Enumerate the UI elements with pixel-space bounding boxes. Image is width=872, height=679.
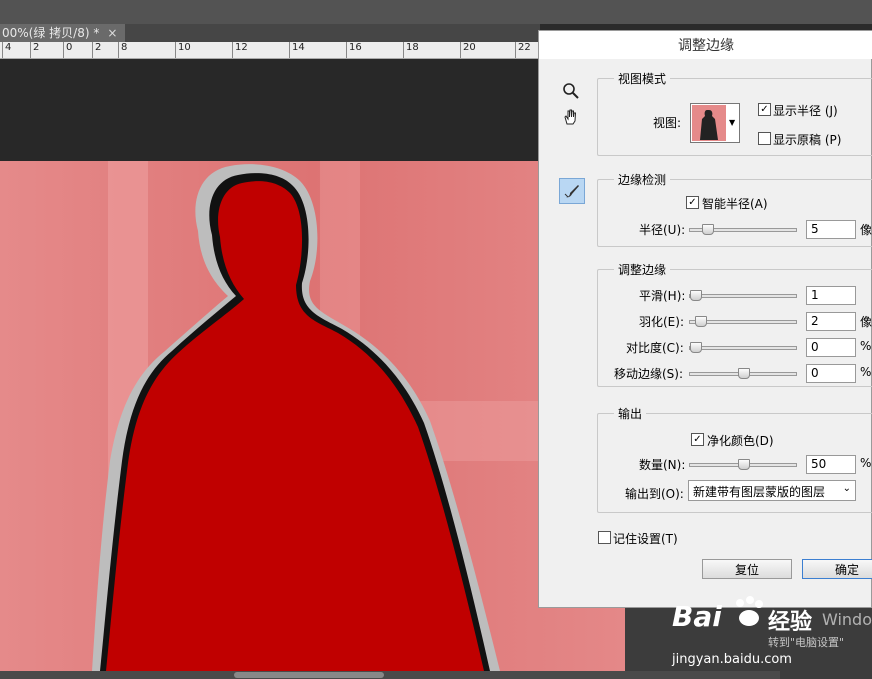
decontaminate-label: 净化颜色(D) bbox=[707, 434, 774, 448]
show-radius-checkbox[interactable]: ✓ bbox=[758, 103, 771, 116]
remember-settings-label: 记住设置(T) bbox=[613, 532, 678, 546]
scrollbar-thumb[interactable] bbox=[234, 672, 384, 678]
ruler-tick: 2 bbox=[92, 42, 101, 58]
baidu-jingyan-watermark: Bai 经验 Windo 转到"电脑设置" jingyan.baidu.com bbox=[672, 588, 872, 676]
view-mode-group: 视图模式 视图: ▼ ✓ 显示半径 (J) 显示原稿 (P) bbox=[597, 70, 872, 156]
radius-label: 半径(U): bbox=[639, 223, 686, 237]
ruler-tick: 16 bbox=[346, 42, 362, 58]
edge-detection-group: 边缘检测 ✓ 智能半径(A) 半径(U): 5 像 bbox=[597, 171, 872, 247]
radius-slider-thumb[interactable] bbox=[702, 224, 714, 235]
contrast-unit: % bbox=[860, 339, 872, 353]
watermark-faint-line1: Windo bbox=[822, 610, 872, 629]
edge-detection-legend: 边缘检测 bbox=[614, 171, 671, 188]
horizontal-ruler: 4 2 0 2 8 10 12 14 16 18 20 22 bbox=[0, 42, 540, 59]
remember-settings-checkbox[interactable] bbox=[598, 531, 611, 544]
adjust-edge-legend: 调整边缘 bbox=[614, 261, 671, 278]
amount-unit: % bbox=[860, 456, 872, 470]
shift-edge-unit: % bbox=[860, 365, 872, 379]
close-icon[interactable]: × bbox=[107, 26, 117, 40]
show-original-label: 显示原稿 (P) bbox=[773, 133, 842, 147]
contrast-slider-thumb[interactable] bbox=[690, 342, 702, 353]
canvas-image bbox=[0, 161, 625, 671]
smooth-slider[interactable] bbox=[689, 290, 797, 301]
feather-slider[interactable] bbox=[689, 316, 797, 327]
view-mode-legend: 视图模式 bbox=[614, 70, 671, 87]
ruler-tick: 0 bbox=[63, 42, 72, 58]
amount-slider-thumb[interactable] bbox=[738, 459, 750, 470]
ruler-tick: 4 bbox=[2, 42, 11, 58]
output-legend: 输出 bbox=[614, 405, 647, 422]
output-to-label: 输出到(O): bbox=[625, 487, 684, 501]
document-tab-bar: 00%(绿 拷贝/8) * × bbox=[0, 24, 540, 43]
refine-edge-dialog: 调整边缘 视图模式 视图: ▼ ✓ 显示半径 (J) 显示原稿 (P) 边缘检测… bbox=[538, 30, 872, 608]
dropdown-arrow-icon: ▼ bbox=[729, 118, 736, 127]
feather-label: 羽化(E): bbox=[639, 315, 684, 329]
smooth-input[interactable]: 1 bbox=[806, 286, 856, 305]
ruler-tick: 22 bbox=[515, 42, 531, 58]
workspace-background bbox=[0, 59, 540, 161]
feather-input[interactable]: 2 bbox=[806, 312, 856, 331]
adjust-edge-group: 调整边缘 平滑(H): 1 羽化(E): 2 像 对比度(C): 0 % 移动边… bbox=[597, 261, 872, 387]
amount-label: 数量(N): bbox=[639, 458, 686, 472]
ruler-tick: 10 bbox=[175, 42, 191, 58]
show-radius-label: 显示半径 (J) bbox=[773, 104, 838, 118]
contrast-label: 对比度(C): bbox=[626, 341, 684, 355]
document-tab[interactable]: 00%(绿 拷贝/8) * × bbox=[0, 24, 126, 42]
contrast-slider[interactable] bbox=[689, 342, 797, 353]
view-label: 视图: bbox=[653, 116, 682, 130]
ruler-tick: 20 bbox=[460, 42, 476, 58]
watermark-faint-line2: 转到"电脑设置" bbox=[768, 636, 845, 649]
ruler-tick: 2 bbox=[30, 42, 39, 58]
smart-radius-label: 智能半径(A) bbox=[702, 197, 768, 211]
shift-edge-input[interactable]: 0 bbox=[806, 364, 856, 383]
brush-icon bbox=[564, 185, 579, 198]
magnifier-icon bbox=[563, 83, 579, 99]
hand-tool[interactable] bbox=[559, 105, 583, 129]
smooth-label: 平滑(H): bbox=[639, 289, 686, 303]
document-canvas[interactable] bbox=[0, 161, 625, 671]
ruler-tick: 18 bbox=[403, 42, 419, 58]
output-to-value: 新建带有图层蒙版的图层 bbox=[693, 485, 826, 499]
amount-input[interactable]: 50 bbox=[806, 455, 856, 474]
ruler-tick: 12 bbox=[232, 42, 248, 58]
document-tab-title: 00%(绿 拷贝/8) * bbox=[2, 26, 100, 40]
hand-icon bbox=[564, 109, 577, 125]
feather-unit: 像 bbox=[860, 315, 872, 329]
ruler-tick: 8 bbox=[118, 42, 127, 58]
horizontal-scrollbar[interactable] bbox=[0, 671, 780, 679]
amount-slider[interactable] bbox=[689, 459, 797, 470]
watermark-brand: Bai bbox=[672, 600, 722, 633]
smooth-slider-thumb[interactable] bbox=[690, 290, 702, 301]
output-group: 输出 ✓ 净化颜色(D) 数量(N): 50 % 输出到(O): 新建带有图层蒙… bbox=[597, 405, 872, 513]
radius-slider[interactable] bbox=[689, 224, 797, 235]
application-topbar bbox=[0, 0, 872, 24]
paw-logo-icon bbox=[730, 594, 766, 630]
view-thumbnail-dropdown[interactable]: ▼ bbox=[690, 103, 740, 143]
radius-unit: 像 bbox=[860, 223, 872, 237]
ruler-tick: 14 bbox=[289, 42, 305, 58]
zoom-tool[interactable] bbox=[559, 79, 583, 103]
output-to-select[interactable]: 新建带有图层蒙版的图层 ⌄ bbox=[688, 480, 856, 501]
radius-input[interactable]: 5 bbox=[806, 220, 856, 239]
refine-radius-tool[interactable] bbox=[559, 178, 585, 204]
watermark-url: jingyan.baidu.com bbox=[672, 652, 792, 667]
smart-radius-checkbox[interactable]: ✓ bbox=[686, 196, 699, 209]
contrast-input[interactable]: 0 bbox=[806, 338, 856, 357]
show-original-checkbox[interactable] bbox=[758, 132, 771, 145]
shift-edge-slider[interactable] bbox=[689, 368, 797, 379]
decontaminate-checkbox[interactable]: ✓ bbox=[691, 433, 704, 446]
view-thumbnail-image bbox=[692, 105, 726, 141]
feather-slider-thumb[interactable] bbox=[695, 316, 707, 327]
chevron-down-icon: ⌄ bbox=[842, 483, 851, 494]
reset-button[interactable]: 复位 bbox=[702, 559, 792, 579]
dialog-title: 调整边缘 bbox=[539, 31, 872, 59]
shift-edge-slider-thumb[interactable] bbox=[738, 368, 750, 379]
shift-edge-label: 移动边缘(S): bbox=[614, 367, 684, 381]
ok-button[interactable]: 确定 bbox=[802, 559, 872, 579]
watermark-brand-tail: 经验 bbox=[768, 610, 813, 635]
